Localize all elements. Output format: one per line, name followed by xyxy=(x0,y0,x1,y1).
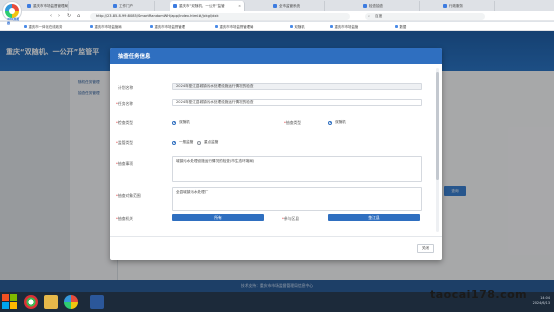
back-icon[interactable]: ‹ xyxy=(50,13,52,19)
sample-type-option[interactable]: 双随机 xyxy=(328,120,346,125)
bookmark-icon xyxy=(150,25,153,28)
browser-tab[interactable]: 工作门户 xyxy=(110,1,155,11)
tab-favicon-icon xyxy=(113,4,117,8)
address-bar: ‹ › ↻ ⌂ http://23.85.8.99:8085/SmartRand… xyxy=(0,11,554,21)
radio-selected-icon[interactable] xyxy=(172,120,176,125)
radio-selected-icon[interactable] xyxy=(328,120,332,125)
check-type-option[interactable]: 双随机 xyxy=(172,120,190,125)
dialog-footer: 关闭 xyxy=(110,236,442,260)
task-name-label: *任务名称 xyxy=(116,101,134,106)
close-tab-icon[interactable]: × xyxy=(238,1,241,11)
browser-tab-strip: 重庆市市场监督管理局 — 一网通办 工作门户 重庆市“双随机、一公开”监管× 全… xyxy=(0,0,554,11)
check-items-label: *抽查事项 xyxy=(116,161,134,166)
dialog-title: 抽查任务信息 xyxy=(118,54,151,60)
close-button[interactable]: 关闭 xyxy=(417,244,434,253)
tab-favicon-icon xyxy=(363,4,367,8)
sample-org-label: *抽查机关 xyxy=(116,216,134,221)
bookmark-item[interactable]: 重庆市市场监督管理局 xyxy=(215,24,253,29)
bookmark-item[interactable]: 重庆市市场监管 xyxy=(330,24,358,29)
bookmark-item[interactable]: 重庆市市场监管局 xyxy=(90,24,122,29)
area-select[interactable]: 垫江县 xyxy=(328,214,420,221)
browser-tab[interactable]: 全市监管系统 xyxy=(270,1,325,11)
home-icon[interactable]: ⌂ xyxy=(77,13,80,19)
check-scope-textarea[interactable]: 全县城镇污水处理厂 xyxy=(172,187,422,211)
supervise-type-label: *监管类型 xyxy=(116,140,134,145)
browser-logo-label: 360浏览器 xyxy=(7,17,20,25)
browser-logo-icon[interactable]: 360浏览器 xyxy=(2,1,22,25)
browser-tab-active[interactable]: 重庆市“双随机、一公开”监管 × xyxy=(170,1,245,11)
sample-org-select[interactable]: 所有 xyxy=(172,214,264,221)
scrollbar-thumb[interactable] xyxy=(436,72,439,180)
bookmark-icon xyxy=(24,25,27,28)
bookmark-item[interactable]: 双随机 xyxy=(290,24,305,29)
dialog-header: 抽查任务信息 xyxy=(110,48,442,64)
check-type-label: *检查类型 xyxy=(116,120,134,125)
folder-icon[interactable] xyxy=(44,295,58,309)
bookmark-icon xyxy=(90,25,93,28)
tab-favicon-icon xyxy=(173,4,177,8)
bookmark-icon xyxy=(330,25,333,28)
task-info-dialog: 抽查任务信息 计划名称 2024年垫江县城镇污水处理设施运行情况的检查 *任务名… xyxy=(110,48,442,260)
check-items-textarea[interactable]: 城镇污水处理设施运行情况的检查(市生态环境局) xyxy=(172,156,422,182)
plan-name-field: 2024年垫江县城镇污水处理设施运行情况的检查 xyxy=(172,83,422,90)
url-input[interactable]: http://23.85.8.99:8085/SmartRandomWH/app… xyxy=(90,12,350,20)
browser-search-input[interactable]: ⌕ 百度 xyxy=(365,12,485,20)
bookmark-item[interactable]: 数据 xyxy=(395,24,406,29)
word-icon[interactable] xyxy=(90,295,104,309)
search-icon: ⌕ xyxy=(368,13,371,18)
watermark-text: taocai178.com xyxy=(430,288,528,301)
tab-favicon-icon xyxy=(273,4,277,8)
tab-favicon-icon xyxy=(27,4,31,8)
tab-favicon-icon xyxy=(443,4,447,8)
sample-type-label: *抽查类型 xyxy=(284,120,302,125)
area-label: *参与区县 xyxy=(282,216,300,221)
chrome-icon[interactable] xyxy=(24,295,38,309)
forward-icon[interactable]: › xyxy=(58,13,60,19)
refresh-icon[interactable]: ↻ xyxy=(67,13,71,19)
dialog-body: 计划名称 2024年垫江县城镇污水处理设施运行情况的检查 *任务名称 2024年… xyxy=(110,64,442,236)
bookmarks-bar: 重庆市一体化在线政务 重庆市市场监管局 重庆市市场监督管理 重庆市市场监督管理局… xyxy=(0,22,554,31)
supervise-type-option-general[interactable]: 一般监管 xyxy=(172,140,193,145)
bookmark-icon xyxy=(290,25,293,28)
browser-tab[interactable]: 行政服务 xyxy=(440,1,495,11)
browser-tab[interactable]: 重庆市市场监督管理局 — 一网通办 xyxy=(24,1,69,11)
dialog-scrollbar[interactable] xyxy=(436,68,439,232)
bookmark-item[interactable]: 重庆市一体化在线政务 xyxy=(24,24,62,29)
system-clock[interactable]: 14:04 2024/6/13 xyxy=(533,296,550,306)
bookmark-item[interactable]: 重庆市市场监督管理 xyxy=(150,24,185,29)
browser-tab[interactable]: 检查抽查 xyxy=(360,1,420,11)
task-name-input[interactable]: 2024年垫江县城镇污水处理设施运行情况的检查 xyxy=(172,99,422,106)
radio-unselected-icon[interactable] xyxy=(197,140,201,145)
bookmark-icon xyxy=(395,25,398,28)
browser-360-icon[interactable] xyxy=(64,295,78,309)
plan-name-label: 计划名称 xyxy=(118,85,134,90)
check-scope-label: *抽查对象范围 xyxy=(116,193,141,198)
supervise-type-option-key[interactable]: 重点监管 xyxy=(197,140,218,145)
radio-selected-icon[interactable] xyxy=(172,140,176,145)
start-button-icon[interactable] xyxy=(2,294,18,310)
bookmark-icon xyxy=(215,25,218,28)
